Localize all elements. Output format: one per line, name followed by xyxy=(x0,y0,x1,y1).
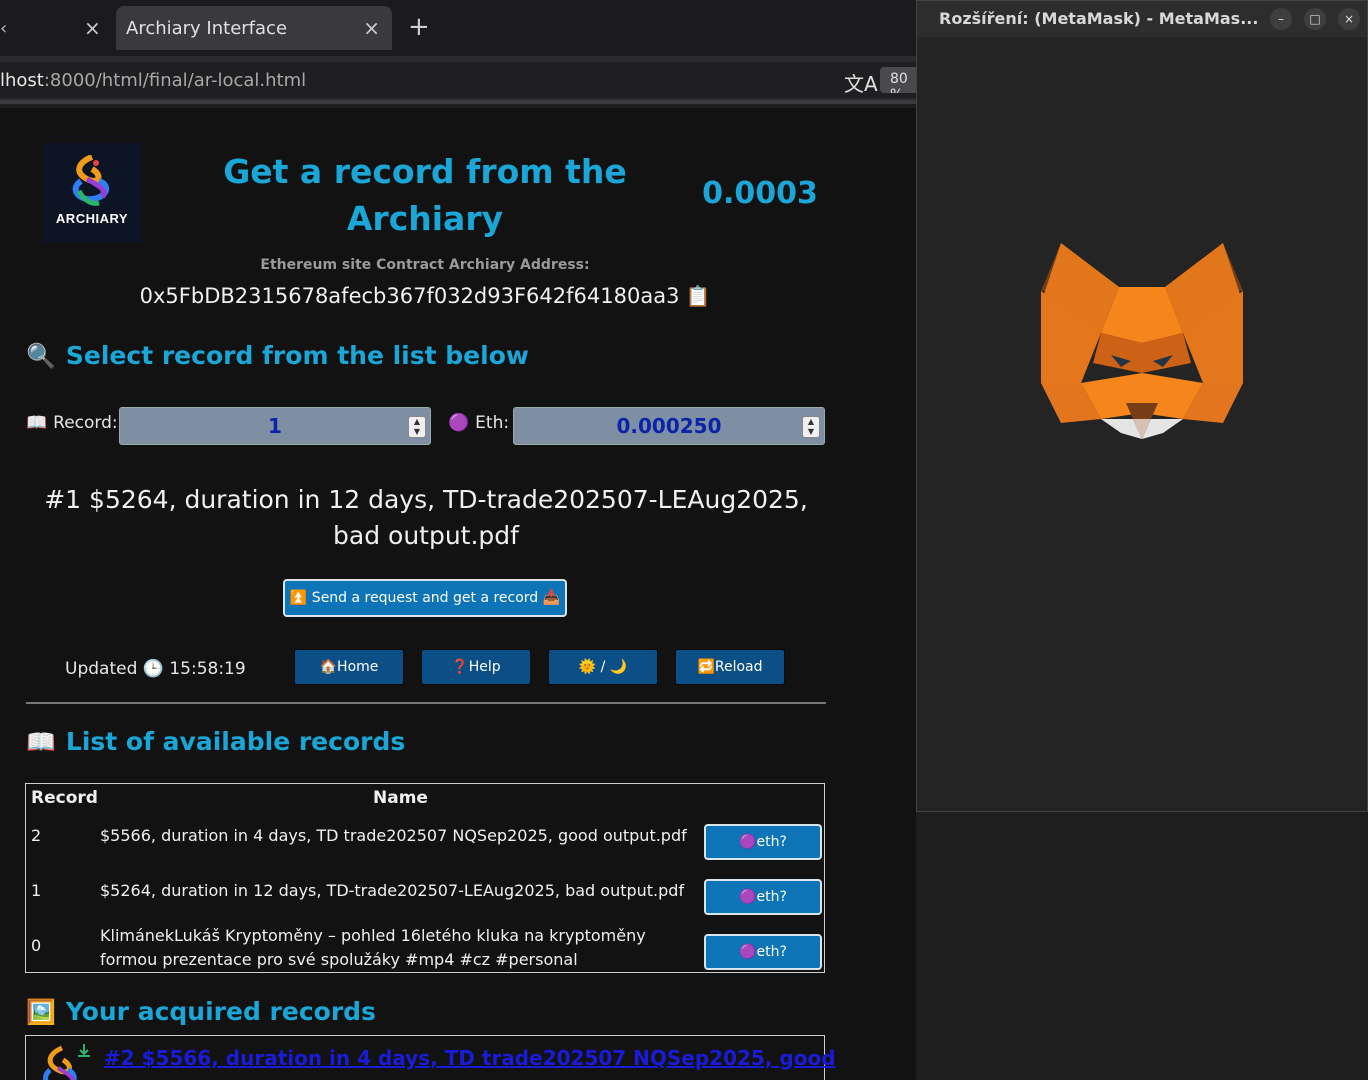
archiary-logo: ARCHIARY xyxy=(42,143,142,243)
acquired-records-list: #2 $5566, duration in 4 days, TD trade20… xyxy=(25,1035,836,1080)
metamask-window: Rozšíření: (MetaMask) - MetaMas... – □ × xyxy=(916,0,1368,812)
table-row: 0 KlimánekLukáš Kryptoměny – pohled 16le… xyxy=(26,922,824,972)
address-field[interactable]: lhost:8000/html/final/ar-local.html xyxy=(0,62,916,98)
eth-label: 🟣 Eth: xyxy=(448,413,509,433)
clipboard-icon[interactable]: 📋 xyxy=(685,284,710,308)
browser-tab-bar: ‹ × Archiary Interface × + xyxy=(0,0,916,56)
metamask-titlebar: Rozšíření: (MetaMask) - MetaMas... – □ × xyxy=(917,1,1367,37)
eth-query-button[interactable]: 🟣eth? xyxy=(704,879,822,915)
maximize-icon[interactable]: □ xyxy=(1304,8,1326,30)
reload-button[interactable]: 🔁Reload xyxy=(675,649,785,685)
url-path: :8000/html/final/ar-local.html xyxy=(43,69,307,91)
picture-icon: 🖼️ xyxy=(26,997,56,1026)
column-header-record: Record xyxy=(31,788,98,808)
magnifier-icon: 🔍 xyxy=(26,341,56,370)
contract-address-value: 0x5FbDB2315678afecb367f032d93F642f64180a… xyxy=(139,284,680,308)
records-table: Record Name 2 $5566, duration in 4 days,… xyxy=(25,783,825,973)
url-host: lhost xyxy=(0,69,44,91)
row-record-name: $5264, duration in 12 days, TD-trade2025… xyxy=(100,881,685,900)
archiary-thumbnail-icon xyxy=(43,1044,90,1080)
price-display: 0.0003 xyxy=(702,176,818,211)
metamask-fox-icon xyxy=(1041,243,1243,439)
row-record-name: $5566, duration in 4 days, TD trade20250… xyxy=(100,826,687,845)
row-record-number: 1 xyxy=(31,881,42,900)
row-record-number: 2 xyxy=(31,826,42,845)
tab-previous[interactable]: ‹ × xyxy=(0,6,110,50)
acquired-heading-text: Your acquired records xyxy=(65,997,376,1026)
table-row: 2 $5566, duration in 4 days, TD trade202… xyxy=(26,822,824,872)
list-heading-text: List of available records xyxy=(65,727,406,756)
purple-circle-icon: 🟣 xyxy=(448,413,470,433)
record-spinner[interactable]: ▲ ▼ xyxy=(408,416,426,438)
book-icon: 📖 xyxy=(26,413,48,433)
translate-icon[interactable]: 文A xyxy=(844,68,878,97)
selected-record-description: #1 $5264, duration in 12 days, TD-trade2… xyxy=(44,485,808,550)
eth-spinner[interactable]: ▲ ▼ xyxy=(802,416,820,438)
record-number-value: 1 xyxy=(268,414,282,438)
record-label: 📖 Record: xyxy=(26,413,118,433)
archiary-logo-icon xyxy=(72,155,110,206)
theme-toggle-button[interactable]: 🌞 / 🌙 xyxy=(548,649,658,685)
eth-amount-value: 0.000250 xyxy=(616,414,722,438)
row-record-name: KlimánekLukáš Kryptoměny – pohled 16leté… xyxy=(100,926,646,969)
book-icon: 📖 xyxy=(26,727,56,756)
divider xyxy=(26,702,826,704)
tab-previous-close-icon[interactable]: × xyxy=(84,16,101,40)
acquired-heading: 🖼️ Your acquired records xyxy=(26,997,376,1026)
list-heading: 📖 List of available records xyxy=(26,727,405,756)
table-row: 1 $5264, duration in 12 days, TD-trade20… xyxy=(26,877,824,927)
select-heading: 🔍 Select record from the list below xyxy=(26,341,529,370)
eth-label-text: Eth: xyxy=(475,413,510,433)
updated-time: Updated 🕒 15:58:19 xyxy=(65,659,246,679)
minimize-icon[interactable]: – xyxy=(1270,8,1292,30)
logo-text: ARCHIARY xyxy=(55,211,129,226)
acquired-record-link[interactable]: #2 $5566, duration in 4 days, TD trade20… xyxy=(104,1046,836,1070)
page-content: ARCHIARY Get a record from the Archiary … xyxy=(0,108,916,1080)
column-header-name: Name xyxy=(373,788,428,808)
tab-title: Archiary Interface xyxy=(126,17,288,39)
help-button[interactable]: ❓Help xyxy=(421,649,531,685)
page-title: Get a record from the Archiary xyxy=(223,152,627,238)
home-button[interactable]: 🏠Home xyxy=(294,649,404,685)
new-tab-button[interactable]: + xyxy=(408,12,430,42)
row-record-number: 0 xyxy=(31,936,42,955)
tab-previous-label: ‹ xyxy=(0,17,8,39)
zoom-level[interactable]: 80 % xyxy=(880,67,920,93)
send-request-button[interactable]: ⏫ Send a request and get a record 📥 xyxy=(283,579,567,617)
record-number-input[interactable]: 1 ▲ ▼ xyxy=(119,407,431,445)
select-heading-text: Select record from the list below xyxy=(65,341,529,370)
contract-address-label: Ethereum site Contract Archiary Address: xyxy=(260,257,590,273)
eth-query-button[interactable]: 🟣eth? xyxy=(704,934,822,970)
url-bar: lhost:8000/html/final/ar-local.html 文A 8… xyxy=(0,56,920,104)
eth-query-button[interactable]: 🟣eth? xyxy=(704,824,822,860)
contract-address: 0x5FbDB2315678afecb367f032d93F642f64180a… xyxy=(0,284,850,308)
eth-amount-input[interactable]: 0.000250 ▲ ▼ xyxy=(513,407,825,445)
metamask-window-title: Rozšíření: (MetaMask) - MetaMas... xyxy=(939,9,1259,28)
close-icon[interactable]: × xyxy=(1338,8,1360,30)
tab-archiary-interface[interactable]: Archiary Interface × xyxy=(116,6,392,50)
tab-close-icon[interactable]: × xyxy=(363,16,380,40)
record-label-text: Record: xyxy=(53,413,118,433)
